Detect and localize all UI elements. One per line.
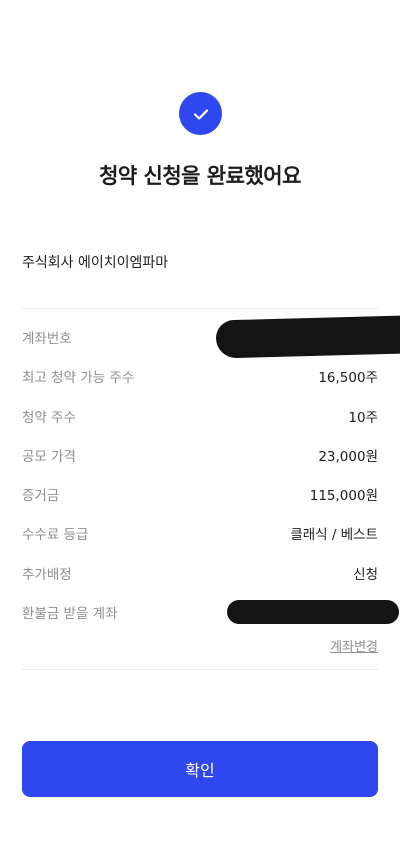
row-fee-grade: 수수료 등급 클래식 / 베스트	[22, 516, 378, 555]
account-number-label: 계좌번호	[22, 331, 72, 347]
refund-account-label: 환불금 받을 계좌	[22, 606, 118, 623]
max-shares-value: 16,500주	[318, 370, 378, 387]
bottom-divider	[22, 669, 378, 670]
row-deposit: 증거금 115,000원	[22, 477, 378, 516]
details-list: 계좌번호 최고 청약 가능 주수 16,500주 청약 주수 10주 공모 가격…	[22, 320, 378, 634]
deposit-value: 115,000원	[309, 488, 378, 505]
row-offer-price: 공모 가격 23,000원	[22, 438, 378, 477]
fee-grade-label: 수수료 등급	[22, 527, 89, 544]
top-divider	[22, 308, 378, 309]
success-check-badge	[179, 92, 222, 135]
offer-price-value: 23,000원	[318, 448, 378, 465]
company-name: 주식회사 에이치이엠파마	[22, 255, 169, 271]
offer-price-label: 공모 가격	[22, 448, 76, 465]
row-subscription-shares: 청약 주수 10주	[22, 399, 378, 438]
check-icon	[193, 108, 208, 120]
extra-allocation-label: 추가배정	[22, 566, 72, 583]
fee-grade-value: 클래식 / 베스트	[290, 527, 378, 544]
change-account-link[interactable]: 계좌변경	[330, 636, 378, 655]
subscription-shares-value: 10주	[348, 409, 378, 426]
max-shares-label: 최고 청약 가능 주수	[22, 370, 135, 387]
row-max-shares: 최고 청약 가능 주수 16,500주	[22, 359, 378, 398]
confirm-button[interactable]: 확인	[22, 741, 378, 797]
extra-allocation-value: 신청	[353, 566, 378, 583]
refund-account-redaction	[227, 600, 399, 624]
page-title: 청약 신청을 완료했어요	[99, 164, 301, 188]
account-number-redaction	[215, 315, 400, 359]
row-extra-allocation: 추가배정 신청	[22, 556, 378, 595]
deposit-label: 증거금	[22, 488, 60, 505]
subscription-shares-label: 청약 주수	[22, 409, 76, 426]
